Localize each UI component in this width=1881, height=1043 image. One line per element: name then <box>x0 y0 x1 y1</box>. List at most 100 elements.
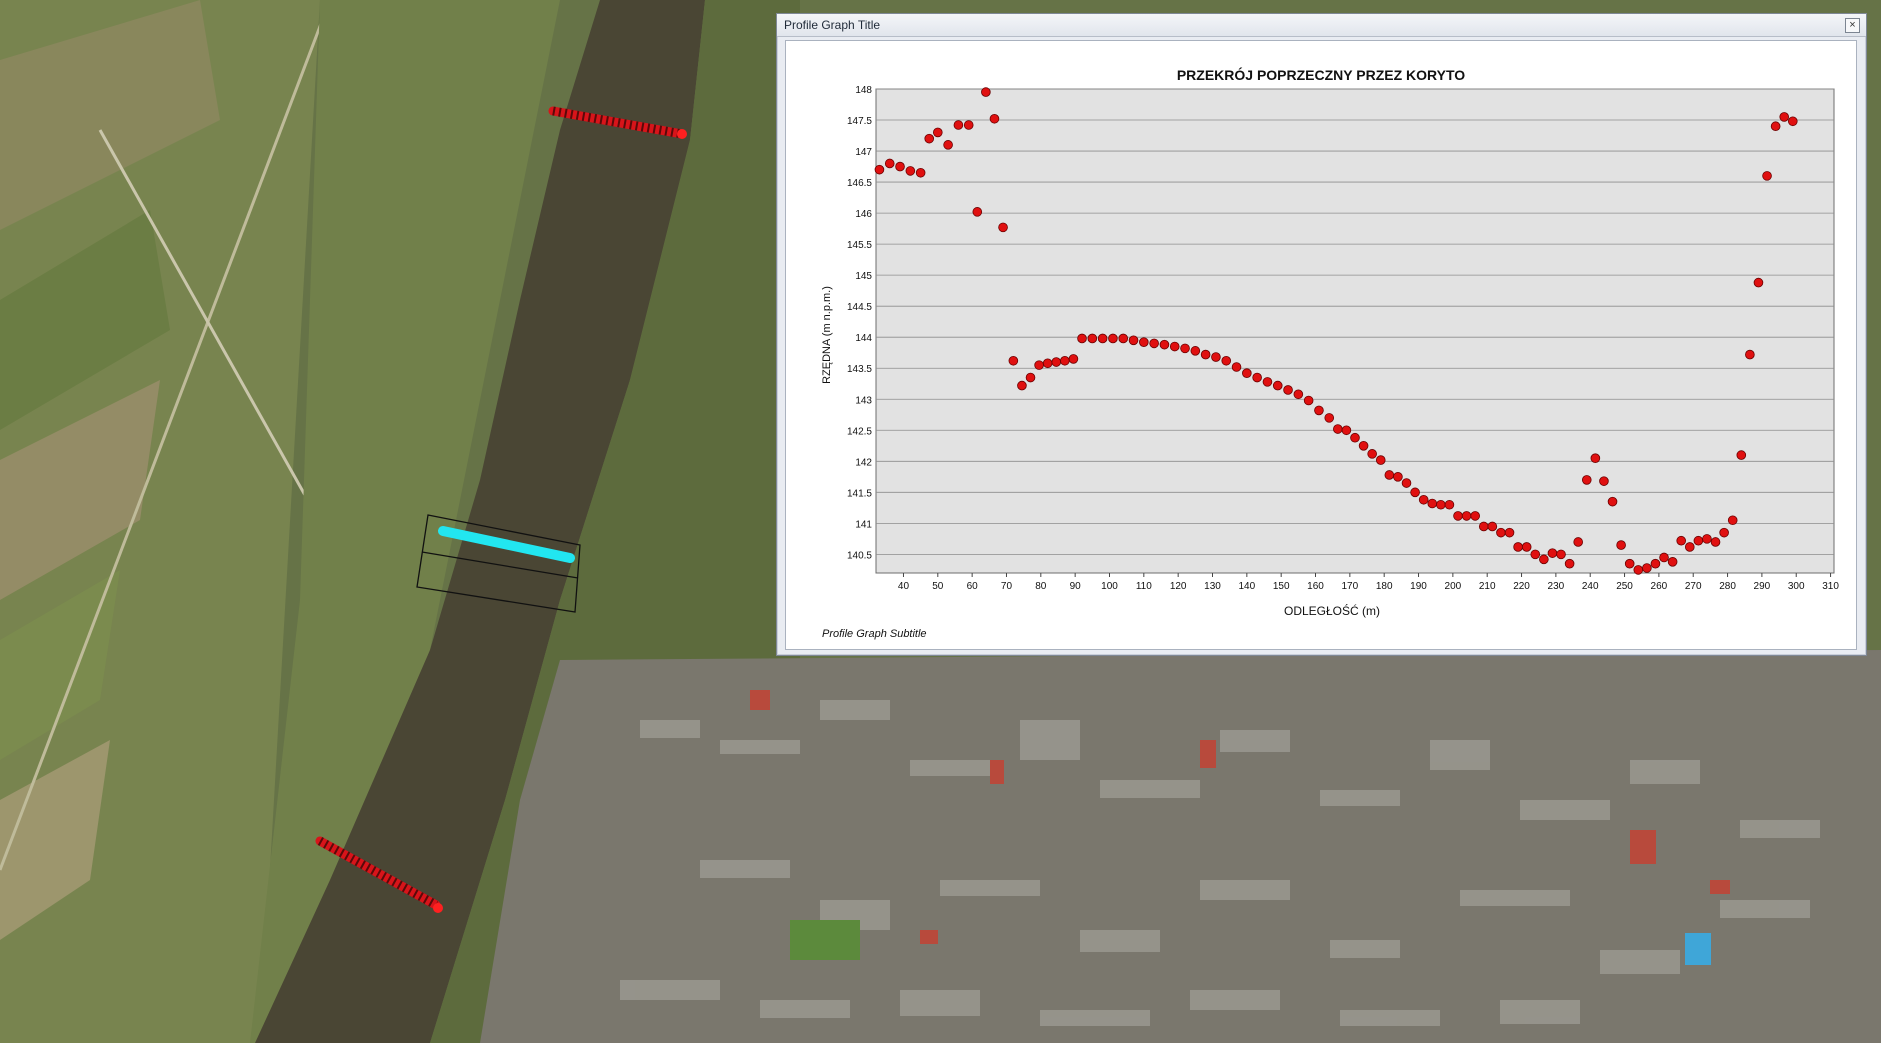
data-point <box>1719 527 1729 538</box>
data-point <box>1149 338 1159 349</box>
data-point <box>1293 389 1304 400</box>
data-point <box>953 120 964 130</box>
x-tick-label: 260 <box>1651 581 1668 592</box>
data-point <box>1139 337 1149 347</box>
y-tick-label: 142 <box>855 457 872 468</box>
x-tick-label: 70 <box>1001 581 1013 592</box>
y-tick-label: 146 <box>855 209 872 220</box>
data-point <box>1393 472 1403 482</box>
data-point <box>1034 360 1044 370</box>
x-tick-label: 300 <box>1788 581 1805 592</box>
data-point <box>1461 511 1472 521</box>
chart-subtitle: Profile Graph Subtitle <box>822 628 927 640</box>
data-point <box>1779 112 1790 122</box>
data-point <box>1324 413 1335 423</box>
data-point <box>972 207 983 217</box>
window-title: Profile Graph Title <box>784 18 881 32</box>
data-point <box>1436 499 1446 510</box>
data-point <box>1128 335 1139 346</box>
data-point <box>1513 542 1523 552</box>
data-point <box>1787 116 1798 127</box>
data-point <box>1736 450 1747 460</box>
x-tick-label: 220 <box>1513 581 1530 592</box>
plot-area: 140.5 141 141.5 142 142.5 143 143.5 144 144.5 145… <box>847 85 1839 592</box>
data-point <box>1211 352 1221 362</box>
data-point <box>1350 432 1360 443</box>
x-tick-label: 150 <box>1273 581 1290 592</box>
y-tick-label: 145 <box>855 271 872 282</box>
x-tick-label: 100 <box>1101 581 1118 592</box>
window-titlebar[interactable]: Profile Graph Title × <box>777 14 1866 37</box>
y-tick-label: 142.5 <box>847 426 872 437</box>
data-point <box>1547 548 1558 558</box>
y-tick-label: 148 <box>855 85 872 96</box>
x-tick-label: 290 <box>1754 581 1771 592</box>
data-point <box>1470 511 1480 521</box>
x-tick-label: 160 <box>1307 581 1324 592</box>
data-point <box>1042 358 1053 369</box>
data-point <box>1231 362 1242 372</box>
data-point <box>1616 540 1626 550</box>
x-tick-label: 50 <box>932 581 944 592</box>
data-point <box>1753 277 1764 288</box>
chart-title: PRZEKRÓJ POPRZECZNY PRZEZ KORYTO <box>1177 66 1465 83</box>
x-tick-label: 210 <box>1479 581 1496 592</box>
y-axis-label: RZĘDNA (m n.p.m.) <box>821 286 833 384</box>
data-point <box>998 222 1008 233</box>
data-point <box>981 87 991 97</box>
data-point <box>1633 565 1644 575</box>
data-point <box>1068 354 1079 364</box>
data-point <box>1745 349 1755 360</box>
data-point <box>1642 563 1652 573</box>
data-point <box>1097 333 1108 344</box>
data-point <box>1710 537 1721 547</box>
x-tick-label: 170 <box>1342 581 1359 592</box>
data-point <box>905 166 916 176</box>
data-point <box>1453 511 1463 521</box>
data-point <box>1008 355 1019 366</box>
data-point <box>933 127 943 138</box>
close-button[interactable]: × <box>1845 18 1860 33</box>
data-point <box>1025 372 1036 383</box>
data-point <box>1684 542 1695 552</box>
data-point <box>1283 385 1293 395</box>
data-point <box>1272 380 1283 391</box>
data-point <box>1667 557 1678 567</box>
data-point <box>1444 499 1455 510</box>
data-point <box>1242 368 1252 378</box>
data-point <box>1770 121 1781 132</box>
data-point <box>1427 498 1438 509</box>
x-tick-label: 120 <box>1170 581 1187 592</box>
data-point <box>1077 333 1087 344</box>
data-point <box>1410 487 1420 498</box>
data-point <box>1367 449 1377 459</box>
x-tick-label: 90 <box>1070 581 1082 592</box>
data-point <box>1418 494 1429 505</box>
x-tick-label: 180 <box>1376 581 1393 592</box>
data-point <box>1478 521 1489 532</box>
data-point <box>1180 343 1190 354</box>
y-tick-label: 147.5 <box>847 116 872 127</box>
profile-graph-window[interactable]: Profile Graph Title × PRZEKRÓJ POPRZECZN… <box>776 13 1867 656</box>
data-point <box>895 161 905 172</box>
data-point <box>989 113 1000 124</box>
data-point <box>1341 425 1352 436</box>
data-point <box>1556 549 1566 560</box>
y-tick-label: 144 <box>855 333 872 344</box>
data-point <box>1650 558 1661 569</box>
data-point <box>1159 339 1170 350</box>
data-point <box>1221 355 1232 366</box>
data-point <box>1169 341 1180 352</box>
y-tick-label: 143.5 <box>847 364 872 375</box>
data-point <box>1333 424 1343 434</box>
x-tick-label: 280 <box>1719 581 1736 592</box>
data-point <box>1051 357 1062 367</box>
data-point <box>1108 333 1118 344</box>
x-tick-label: 130 <box>1204 581 1221 592</box>
data-point <box>1303 395 1314 406</box>
data-point <box>1496 527 1506 538</box>
data-point <box>1487 521 1498 532</box>
x-tick-label: 250 <box>1616 581 1633 592</box>
y-tick-label: 141 <box>855 519 872 530</box>
data-point <box>1581 475 1592 485</box>
